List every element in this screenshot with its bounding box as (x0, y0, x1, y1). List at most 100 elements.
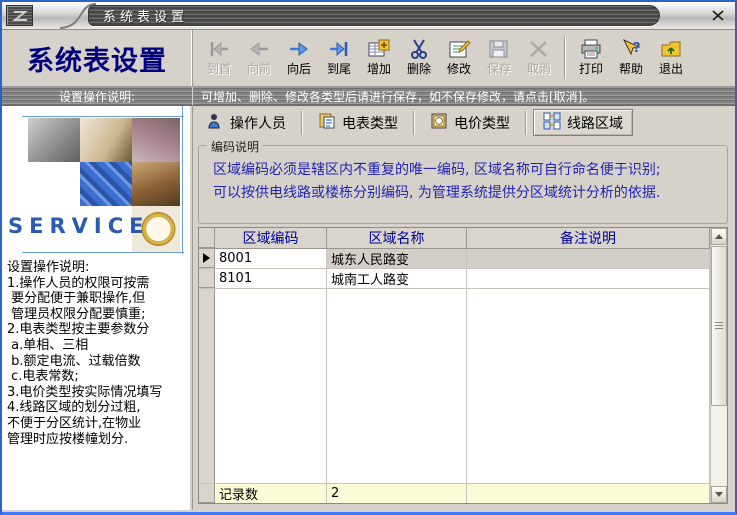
groupbox-line: 可以按供电线路或楼栋分别编码, 为管理系统提供分区域统计分析的依据. (213, 182, 717, 205)
column-header-note: 备注说明 (467, 228, 710, 248)
prev-icon (247, 36, 271, 62)
tab-price-type[interactable]: 电价类型 (421, 109, 519, 136)
instruction-line: 4.线路区域的划分过粗, (7, 400, 190, 416)
table-empty-area (199, 289, 710, 483)
cell-name[interactable]: 城南工人路变 (327, 269, 467, 288)
collage-hairline (182, 106, 183, 254)
instruction-line: 3.电价类型按实际情况填写 (7, 385, 190, 401)
vertical-scrollbar[interactable] (710, 228, 727, 503)
cell-code[interactable]: 8101 (215, 269, 327, 288)
save-icon (487, 36, 511, 62)
first-icon (207, 36, 231, 62)
close-icon[interactable] (707, 6, 729, 25)
cell-note[interactable] (467, 269, 710, 288)
sidebar-header-strip: 设置操作说明: (2, 87, 193, 106)
cell-code[interactable]: 8001 (215, 249, 327, 268)
app-logo-icon (6, 5, 33, 26)
instruction-line: 设置操作说明: (7, 260, 190, 276)
row-selector (199, 269, 215, 288)
region-grid: 区域编码 区域名称 备注说明 8001 城东人民路变 8101 城南工人路变 (199, 228, 710, 503)
toolbar-separator (564, 37, 566, 79)
add-icon (367, 36, 391, 62)
record-count-value: 2 (327, 484, 467, 503)
next-button[interactable]: 向后 (280, 33, 318, 83)
instruction-line: 1.操作人员的权限可按需 (7, 276, 190, 292)
price-book-icon (430, 112, 448, 134)
scrollbar-thumb[interactable] (711, 246, 727, 406)
footer-empty-cell (467, 484, 710, 503)
app-title-cell: 系统表设置 (2, 30, 193, 86)
record-count-label: 记录数 (215, 484, 327, 503)
scroll-up-icon[interactable] (711, 228, 727, 245)
collage-hairline (22, 252, 184, 253)
table-header-row: 区域编码 区域名称 备注说明 (199, 228, 710, 249)
service-collage-image: SERVICE (2, 106, 192, 254)
row-selector-header (199, 228, 215, 248)
help-button[interactable]: ? 帮助 (612, 33, 650, 83)
empty-cell (467, 289, 710, 483)
exit-button[interactable]: 退出 (652, 33, 690, 83)
instructions-panel: 设置操作说明: 1.操作人员的权限可按需 要分配便于兼职操作,但 管理员权限分配… (2, 254, 192, 447)
cancel-icon (527, 36, 551, 62)
table-row[interactable]: 8101 城南工人路变 (199, 269, 710, 289)
instruction-line: a.单相、三相 (7, 338, 190, 354)
encoding-groupbox: 编码说明 区域编码必须是辖区内不重复的唯一编码, 区域名称可自行命名便于识别; … (198, 145, 728, 224)
cell-note[interactable] (467, 249, 710, 268)
row-selector-filler (199, 289, 215, 483)
tab-operators[interactable]: 操作人员 (197, 109, 295, 136)
delete-button[interactable]: 删除 (400, 33, 438, 83)
body: SERVICE 设置操作说明: 1.操作人员的权限可按需 要分配便于兼职操作,但… (2, 106, 735, 510)
delete-icon (407, 36, 431, 62)
cell-name[interactable]: 城东人民路变 (327, 249, 467, 268)
svg-text:?: ? (633, 41, 641, 56)
modify-button[interactable]: 修改 (440, 33, 478, 83)
last-icon (327, 36, 351, 62)
section-header-row: 设置操作说明: 可增加、删除、修改各类型后请进行保存，如不保存修改，请点击[取消… (2, 87, 735, 106)
add-button[interactable]: 增加 (360, 33, 398, 83)
tab-line-region[interactable]: 线路区域 (533, 109, 633, 136)
footer-selector (199, 484, 215, 503)
empty-cell (215, 289, 327, 483)
prev-button[interactable]: 向前 (240, 33, 278, 83)
first-button[interactable]: 到首 (200, 33, 238, 83)
sidebar: SERVICE 设置操作说明: 1.操作人员的权限可按需 要分配便于兼职操作,但… (2, 106, 193, 510)
row-marker-icon (203, 253, 210, 263)
tabbar: 操作人员 电表类型 电价类型 (193, 106, 735, 139)
tab-meter-type[interactable]: 电表类型 (309, 109, 407, 136)
save-button[interactable]: 保存 (480, 33, 518, 83)
next-icon (287, 36, 311, 62)
title-band: 系统表设置 (88, 5, 660, 26)
clipboard-icon (318, 112, 336, 134)
pen-photo-tile (80, 118, 132, 162)
hint-strip: 可增加、删除、修改各类型后请进行保存，如不保存修改，请点击[取消]。 (193, 87, 735, 106)
scroll-down-icon[interactable] (711, 486, 727, 503)
region-pages-icon (543, 112, 561, 134)
groupbox-lines: 区域编码必须是辖区内不重复的唯一编码, 区域名称可自行命名便于识别; 可以按供电… (199, 146, 727, 205)
instruction-line: 要分配便于兼职操作,但 (7, 291, 190, 307)
collage-hairline (22, 116, 184, 117)
tools-photo-tile (28, 118, 80, 162)
record-count-row: 记录数 2 (199, 483, 710, 503)
column-header-code: 区域编码 (215, 228, 327, 248)
current-row-marker (199, 249, 215, 268)
page-title: 系统表设置 (27, 39, 167, 78)
print-button[interactable]: 打印 (572, 33, 610, 83)
table-row[interactable]: 8001 城东人民路变 (199, 249, 710, 269)
region-table: 区域编码 区域名称 备注说明 8001 城东人民路变 8101 城南工人路变 (198, 227, 728, 504)
header-row: 系统表设置 到首 向前 向后 到尾 (2, 30, 735, 87)
tubes-photo-tile (132, 118, 180, 162)
instruction-line: 2.电表类型按主要参数分 (7, 322, 190, 338)
column-header-name: 区域名称 (327, 228, 467, 248)
instruction-line: 不便于分区统计,在物业 (7, 416, 190, 432)
cancel-button[interactable]: 取消 (520, 33, 558, 83)
last-button[interactable]: 到尾 (320, 33, 358, 83)
hint-text: 可增加、删除、修改各类型后请进行保存，如不保存修改，请点击[取消]。 (201, 88, 594, 105)
tab-separator (525, 111, 527, 135)
empty-cell (327, 289, 467, 483)
instruction-line: b.额定电流、过载倍数 (7, 354, 190, 370)
modify-icon (447, 36, 471, 62)
instruction-line: c.电表常数; (7, 369, 190, 385)
thumb-grip (715, 322, 723, 330)
main-panel: 操作人员 电表类型 电价类型 (193, 106, 735, 510)
exit-icon (659, 36, 683, 62)
